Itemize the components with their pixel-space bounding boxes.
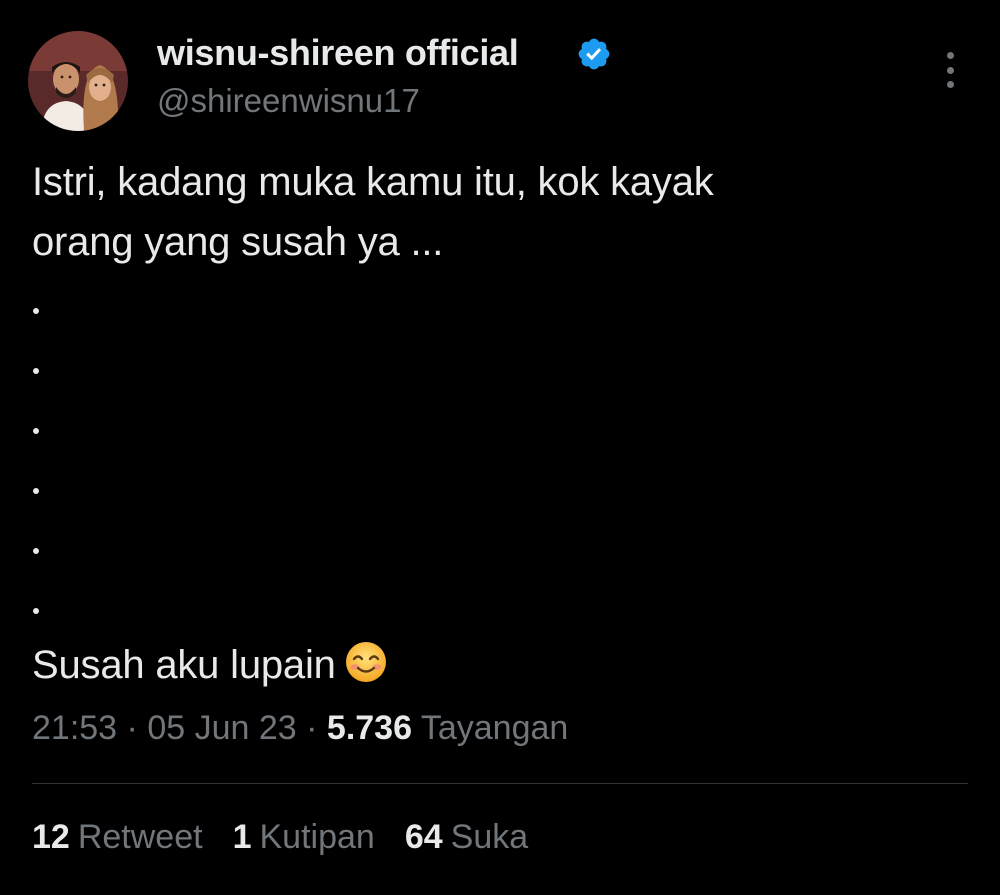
author-handle[interactable]: @shireenwisnu17 (157, 82, 420, 120)
retweets-count: 12 (32, 818, 70, 856)
tweet-date[interactable]: 05 Jun 23 (147, 709, 296, 747)
tweet-text-closing: Susah aku lupain (32, 643, 336, 687)
views-label: Tayangan (420, 709, 569, 747)
tweet-meta: 21:53 · 05 Jun 23 · 5.736 Tayangan (32, 709, 568, 748)
tweet-text-dot: . (33, 308, 39, 314)
views-count: 5.736 (326, 709, 413, 747)
verified-badge-icon[interactable] (576, 36, 612, 72)
meta-separator: · (126, 709, 138, 747)
tweet-card: wisnu-shireen official @shireenwisnu17 I… (0, 0, 1000, 895)
quotes-count: 1 (232, 818, 252, 856)
tweet-text-dot: . (33, 368, 39, 374)
tweet-text-dot: . (33, 428, 39, 434)
retweets-label: Retweet (77, 818, 203, 856)
more-dot (946, 81, 954, 88)
author-display-name[interactable]: wisnu-shireen official (157, 32, 519, 74)
tweet-text-dot: . (33, 548, 39, 554)
tweet-text-line-2: orang yang susah ya ... (32, 220, 444, 264)
likes-count: 64 (404, 818, 443, 856)
profile-photo (28, 31, 128, 131)
likes-stat[interactable]: 64 Suka (405, 818, 528, 857)
tweet-time[interactable]: 21:53 (32, 709, 117, 747)
tweet-text-line-1: Istri, kadang muka kamu itu, kok kayak (32, 160, 714, 204)
tweet-stats: 12 Retweet 1 Kutipan 64 Suka (32, 818, 528, 857)
more-dot (946, 52, 954, 59)
author-avatar[interactable] (28, 31, 128, 131)
tweet-text-dot: . (33, 488, 39, 494)
divider (32, 783, 968, 784)
retweets-stat[interactable]: 12 Retweet (32, 818, 203, 857)
quotes-label: Kutipan (259, 818, 375, 856)
meta-separator: · (306, 709, 318, 747)
quotes-stat[interactable]: 1 Kutipan (233, 818, 375, 857)
tweet-text-dot: . (33, 608, 39, 614)
likes-label: Suka (450, 818, 529, 856)
more-options-icon[interactable] (936, 50, 964, 90)
tweet-text-closing-line: Susah aku lupain (32, 640, 388, 694)
more-dot (946, 66, 954, 74)
smiling-face-icon (344, 640, 388, 694)
